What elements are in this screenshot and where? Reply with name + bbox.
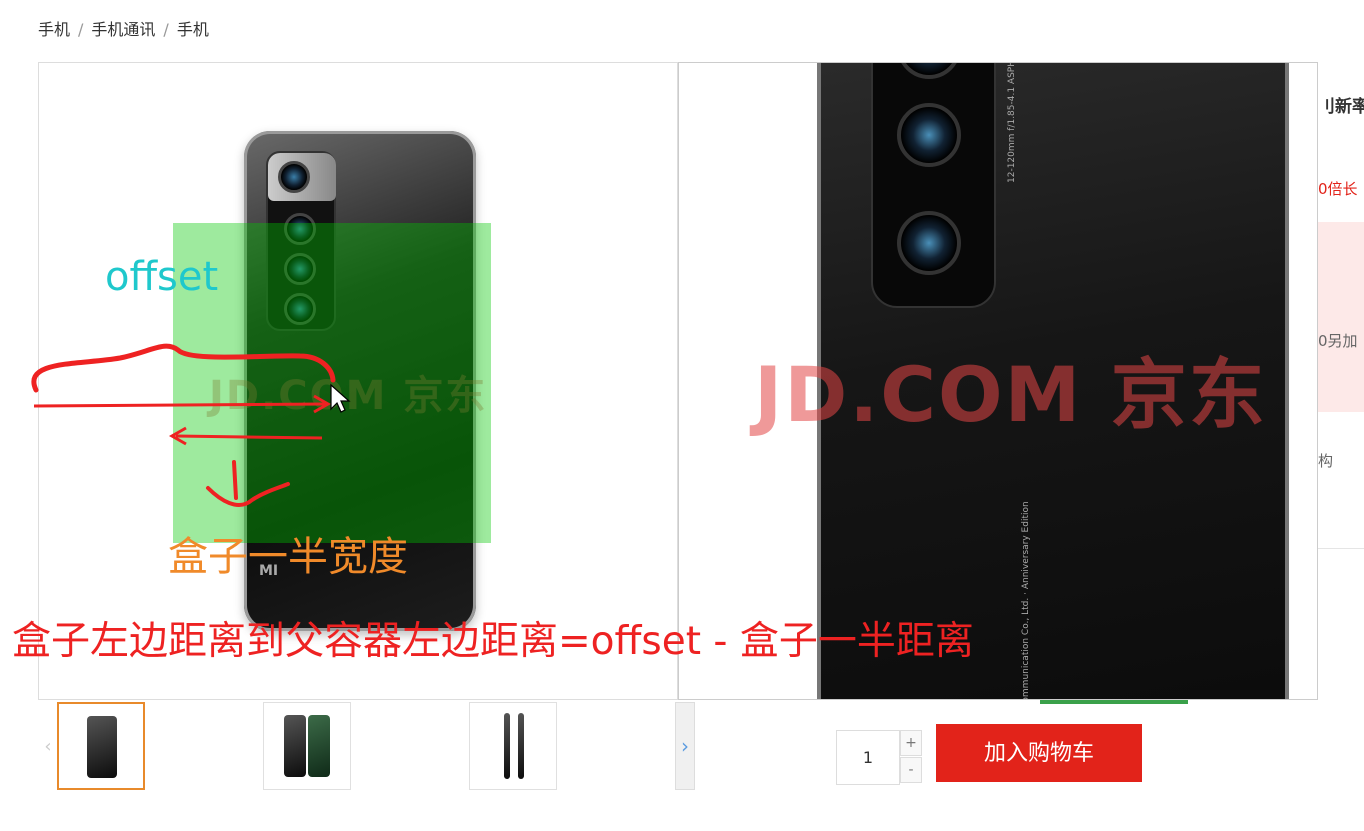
- thumbnail-item[interactable]: [469, 702, 557, 790]
- chevron-right-icon: ›: [681, 734, 689, 758]
- annotation-arrow-right: [33, 402, 326, 408]
- tab-indicator: [1040, 700, 1188, 704]
- thumbnail-next-button[interactable]: ›: [675, 702, 695, 790]
- annotation-half-width-label: 盒子一半宽度: [168, 534, 408, 580]
- thumbnail-item[interactable]: [57, 702, 145, 790]
- thumbnail-image: [504, 713, 510, 779]
- thumbnail-prev-button[interactable]: ‹: [40, 705, 56, 789]
- thumbnail-image: [308, 715, 330, 777]
- quantity-plus-button[interactable]: +: [900, 730, 922, 756]
- add-to-cart-button[interactable]: 加入购物车: [936, 724, 1142, 782]
- annotation-offset-label: offset: [105, 254, 219, 300]
- thumbnail-image: [518, 713, 524, 779]
- mouse-cursor-icon: [330, 383, 351, 413]
- annotation-down-arrow: [206, 460, 290, 507]
- thumbnail-item[interactable]: [263, 702, 351, 790]
- thumbnail-image: [284, 715, 306, 777]
- thumbnail-image: [87, 716, 117, 778]
- annotation-formula: 盒子左边距离到父容器左边距离=offset - 盒子一半距离: [12, 619, 974, 664]
- quantity-input[interactable]: 1: [836, 730, 900, 785]
- annotation-curve: [31, 343, 336, 393]
- quantity-minus-button[interactable]: -: [900, 757, 922, 783]
- chevron-left-icon: ‹: [44, 736, 52, 757]
- product-page: 手机 / 手机通讯 / 手机 MI JD.COM 京东 12-120mm f/1.85-…: [0, 0, 1364, 831]
- annotation-arrow-left: [175, 434, 323, 440]
